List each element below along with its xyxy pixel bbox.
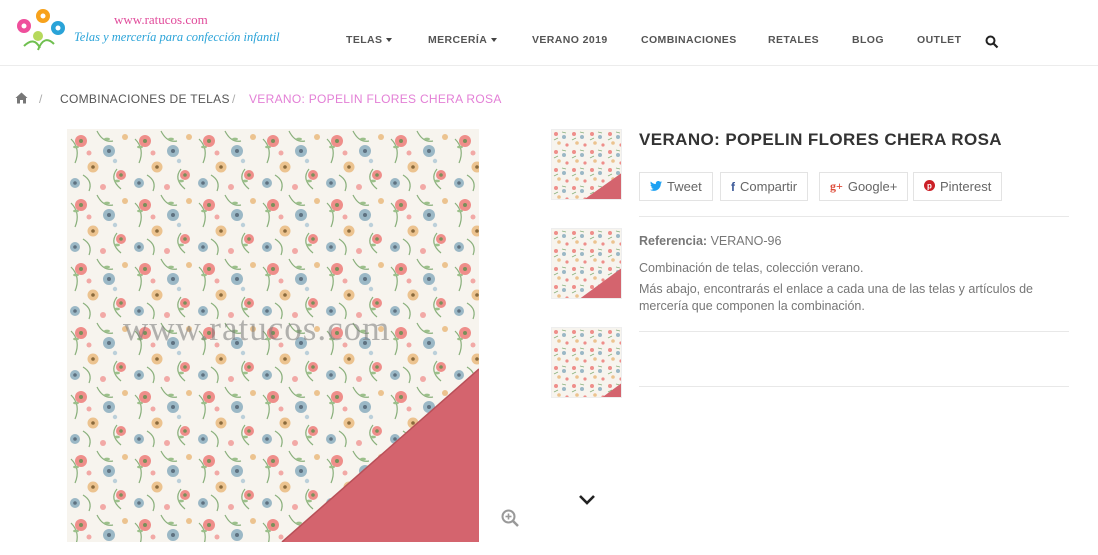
product-description-line-2: Más abajo, encontrarás el enlace a cada … bbox=[639, 282, 1033, 313]
nav-item-combinaciones[interactable]: COMBINACIONES bbox=[641, 34, 737, 46]
pinterest-label: Pinterest bbox=[940, 179, 992, 194]
svg-text:p: p bbox=[927, 181, 932, 190]
tweet-label: Tweet bbox=[667, 179, 702, 194]
reference-label: Referencia: bbox=[639, 234, 708, 248]
pinterest-icon: p bbox=[924, 179, 935, 194]
logo-url-text: www.ratucos.com bbox=[114, 12, 208, 27]
nav-item-retales[interactable]: RETALES bbox=[768, 34, 819, 46]
caret-down-icon bbox=[491, 38, 498, 43]
zoom-in-icon[interactable] bbox=[501, 509, 519, 527]
image-watermark: www.ratucos.com bbox=[123, 309, 391, 348]
product-description-line-1: Combinación de telas, colección verano. bbox=[639, 261, 864, 275]
facebook-icon: f bbox=[731, 179, 735, 194]
nav-item-outlet[interactable]: OUTLET bbox=[917, 34, 961, 46]
facebook-share-label: Compartir bbox=[740, 179, 798, 194]
home-icon[interactable] bbox=[15, 92, 28, 104]
divider bbox=[639, 331, 1069, 332]
caret-down-icon bbox=[386, 38, 393, 43]
nav-item-merceria[interactable]: MERCERÍA bbox=[428, 34, 498, 46]
product-reference: Referencia: VERANO-96 bbox=[639, 234, 781, 248]
search-icon[interactable] bbox=[985, 35, 999, 49]
nav-item-telas[interactable]: TELAS bbox=[346, 34, 393, 46]
pinterest-button[interactable]: p Pinterest bbox=[913, 172, 1003, 201]
divider bbox=[639, 386, 1069, 387]
tweet-button[interactable]: Tweet bbox=[639, 172, 713, 201]
logo-flowers-icon bbox=[17, 9, 65, 51]
site-header: www.ratucos.com Telas y mercería para co… bbox=[0, 0, 1098, 66]
nav-item-blog[interactable]: BLOG bbox=[852, 34, 884, 46]
breadcrumb-category-link[interactable]: COMBINACIONES DE TELAS bbox=[60, 92, 230, 106]
google-plus-button[interactable]: g+ Google+ bbox=[819, 172, 909, 201]
logo-tagline: Telas y mercería para confección infanti… bbox=[74, 30, 280, 44]
reference-value: VERANO-96 bbox=[710, 234, 782, 248]
breadcrumb-separator: / bbox=[39, 92, 43, 106]
product-thumbnail[interactable] bbox=[551, 129, 622, 200]
twitter-icon bbox=[650, 180, 662, 194]
nav-item-verano-2019[interactable]: VERANO 2019 bbox=[532, 34, 608, 46]
thumbnail-image bbox=[552, 229, 621, 298]
breadcrumb-separator: / bbox=[232, 92, 236, 106]
product-main-image[interactable]: www.ratucos.com bbox=[67, 129, 479, 542]
divider bbox=[639, 216, 1069, 217]
google-plus-icon: g+ bbox=[830, 179, 843, 193]
google-plus-label: Google+ bbox=[847, 179, 898, 194]
product-title: VERANO: POPELIN FLORES CHERA ROSA bbox=[639, 130, 1002, 149]
chevron-down-icon[interactable] bbox=[578, 493, 596, 507]
product-thumbnail[interactable] bbox=[551, 327, 622, 398]
breadcrumb-current: VERANO: POPELIN FLORES CHERA ROSA bbox=[249, 92, 502, 106]
facebook-share-button[interactable]: f Compartir bbox=[720, 172, 809, 201]
thumbnail-image bbox=[552, 328, 621, 397]
thumbnail-image bbox=[552, 130, 621, 199]
product-thumbnail[interactable] bbox=[551, 228, 622, 299]
site-logo[interactable]: www.ratucos.com Telas y mercería para co… bbox=[14, 6, 280, 56]
